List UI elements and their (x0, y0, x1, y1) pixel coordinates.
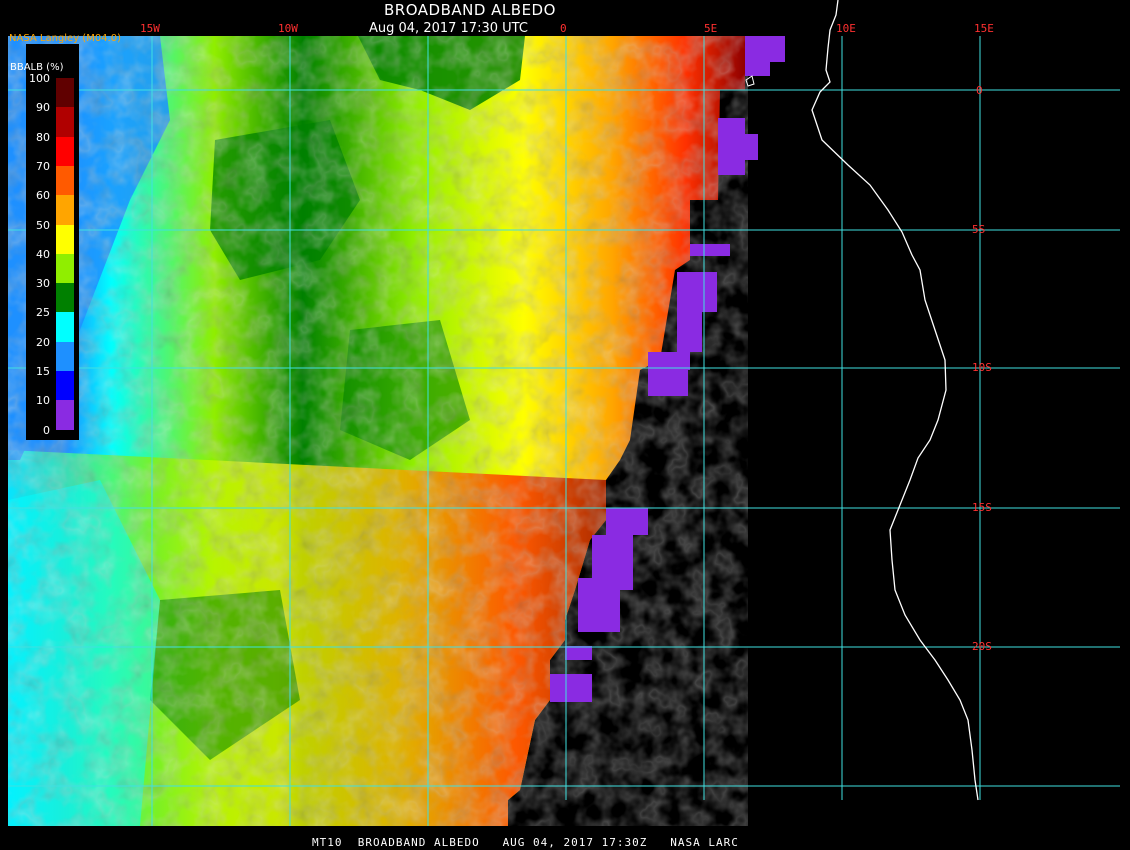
legend-tick: 30 (36, 277, 50, 291)
legend-tick: 40 (36, 247, 50, 261)
legend-swatch (56, 136, 74, 167)
legend-tick: 100 (29, 72, 50, 85)
org-label: NASA Langley (M04.0) (9, 33, 121, 44)
legend-swatch (56, 165, 74, 196)
longitude-label: 15E (974, 22, 994, 35)
legend-tick: 25 (36, 306, 50, 320)
longitude-label: 15W (140, 22, 160, 35)
coastline (811, 0, 979, 801)
albedo-map (8, 0, 1120, 826)
legend-tick: 10 (36, 394, 50, 408)
latitude-label: 0 (976, 84, 983, 97)
latitude-label: 15S (972, 501, 992, 514)
latitude-label: 20S (972, 640, 992, 653)
legend-swatch (56, 195, 74, 226)
legend-swatch (56, 341, 74, 372)
legend-tick: 60 (36, 189, 50, 203)
legend-swatch (56, 78, 74, 108)
legend-tick: 15 (36, 365, 50, 378)
legend-tick: 80 (36, 130, 50, 144)
longitude-label: 10E (836, 22, 856, 35)
legend-swatch (56, 107, 74, 138)
footer-caption: MT10 BROADBAND ALBEDO AUG 04, 2017 17:30… (312, 836, 739, 849)
legend-swatch (56, 283, 74, 314)
legend-swatch (56, 224, 74, 255)
legend-tick: 0 (43, 423, 50, 437)
legend-swatch (56, 400, 74, 431)
longitude-label: 0 (560, 22, 567, 35)
legend-swatch (56, 312, 74, 343)
legend-swatch (56, 253, 74, 284)
legend-tick: 20 (36, 335, 50, 349)
latitude-label: 10S (972, 361, 992, 374)
legend-tick: 50 (36, 218, 50, 232)
legend-tick: 90 (36, 101, 50, 115)
map-title: BROADBAND ALBEDO (384, 1, 556, 19)
legend-swatch (56, 371, 74, 401)
legend-tick: 70 (36, 159, 50, 173)
latitude-label: 5S (972, 223, 986, 236)
longitude-label: 5E (704, 22, 718, 35)
map-timestamp: Aug 04, 2017 17:30 UTC (369, 21, 528, 36)
longitude-label: 10W (278, 22, 298, 35)
